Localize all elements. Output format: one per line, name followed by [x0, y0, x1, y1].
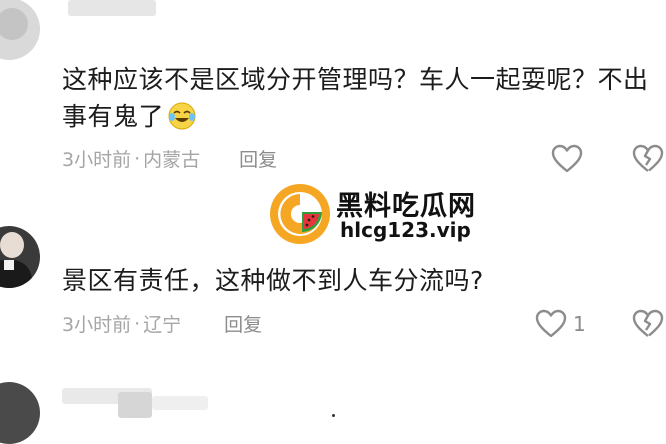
username-blurred[interactable] [68, 0, 156, 16]
blurred-region [152, 396, 208, 410]
like-button[interactable] [551, 144, 583, 174]
meta-separator: · [134, 147, 141, 170]
watermelon-c-logo-icon [270, 184, 330, 244]
watermark: 黑料吃瓜网 hlcg123.vip [268, 182, 508, 246]
avatar[interactable] [0, 226, 40, 288]
comment-time: 3小时前 [62, 149, 132, 171]
like-count: 1 [573, 312, 586, 336]
comment-meta: 3小时前 · 内蒙古 回复 [62, 145, 277, 172]
dot-mark [332, 414, 335, 417]
comment-location: 辽宁 [143, 314, 182, 336]
like-button[interactable]: 1 [535, 309, 586, 339]
comment-time: 3小时前 [62, 314, 132, 336]
meta-separator: · [134, 312, 141, 335]
watermark-url: hlcg123.vip [340, 218, 471, 242]
comment-meta: 3小时前 · 辽宁 回复 [62, 310, 262, 337]
blurred-region [118, 392, 152, 418]
reply-button[interactable]: 回复 [239, 145, 277, 172]
comment-location: 内蒙古 [143, 149, 201, 171]
broken-heart-icon [632, 309, 664, 337]
dislike-button[interactable] [632, 144, 664, 174]
comment-text: 这种应该不是区域分开管理吗？车人一起耍呢？不出事有鬼了 [62, 65, 649, 131]
dislike-button[interactable] [632, 309, 664, 339]
comment-text: 景区有责任，这种做不到人车分流吗? [62, 266, 484, 295]
crying-laughing-emoji-icon [168, 102, 196, 130]
avatar[interactable] [0, 382, 40, 444]
avatar[interactable] [0, 0, 40, 60]
reply-button[interactable]: 回复 [224, 310, 262, 337]
heart-outline-icon [535, 309, 567, 338]
broken-heart-icon [632, 144, 664, 172]
heart-outline-icon [551, 144, 583, 173]
